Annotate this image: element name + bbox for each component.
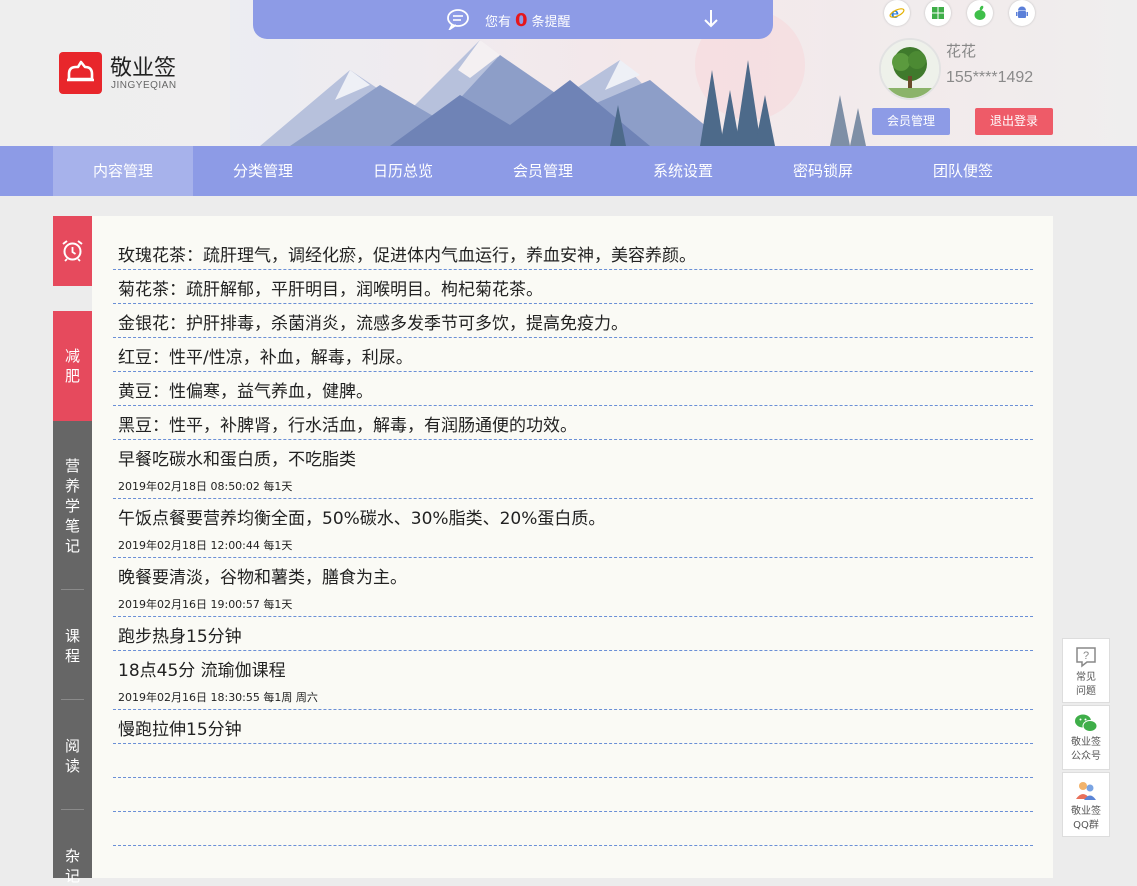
user-name: 花花: [946, 42, 977, 60]
apple-icon[interactable]: [967, 0, 993, 26]
nav-system-settings[interactable]: 系统设置: [613, 146, 753, 196]
sidebar-divider: [61, 809, 84, 810]
note-item[interactable]: 晚餐要清淡，谷物和薯类，膳食为主。 2019年02月16日 19:00:57 每…: [113, 557, 1033, 617]
note-item-empty[interactable]: [113, 743, 1033, 778]
note-item[interactable]: 黄豆：性偏寒，益气养血，健脾。: [113, 371, 1033, 406]
nav-content-management[interactable]: 内容管理: [53, 146, 193, 196]
wechat-account-label: 敬业签 公众号: [1071, 737, 1101, 762]
sidebar-divider: [61, 699, 84, 700]
note-item[interactable]: 菊花茶：疏肝解郁，平肝明目，润喉明目。枸杞菊花茶。: [113, 269, 1033, 304]
nav-member-management[interactable]: 会员管理: [473, 146, 613, 196]
nav-category-management[interactable]: 分类管理: [193, 146, 333, 196]
alarm-clock-icon: [62, 240, 83, 262]
note-reminder-time: 2019年02月18日 08:50:02 每1天: [118, 480, 293, 493]
android-icon[interactable]: [1009, 0, 1035, 26]
note-text: 慢跑拉伸15分钟: [118, 720, 242, 740]
logout-button[interactable]: 退出登录: [975, 108, 1053, 135]
note-item[interactable]: 跑步热身15分钟: [113, 616, 1033, 651]
note-item[interactable]: 黑豆：性平，补脾肾，行水活血，解毒，有润肠通便的功效。: [113, 405, 1033, 440]
reminder-count: 0: [515, 10, 528, 31]
qq-group-button[interactable]: 敬业签 QQ群: [1062, 772, 1110, 837]
nav-team-notes[interactable]: 团队便签: [893, 146, 1033, 196]
reminder-bar[interactable]: 您有 0 条提醒: [253, 0, 773, 39]
qq-icon: [1076, 782, 1096, 800]
note-reminder-time: 2019年02月16日 19:00:57 每1天: [118, 598, 293, 611]
note-reminder-time: 2019年02月16日 18:30:55 每1周 周六: [118, 691, 318, 704]
note-text: 晚餐要清淡，谷物和薯类，膳食为主。: [118, 568, 407, 588]
note-text: 黄豆：性偏寒，益气养血，健脾。: [118, 382, 373, 402]
reminder-prefix: 您有: [485, 15, 512, 30]
arrow-down-icon[interactable]: [702, 8, 720, 30]
reminder-suffix: 条提醒: [531, 15, 571, 30]
note-item[interactable]: 玫瑰花茶：疏肝理气，调经化瘀，促进体内气血运行，养血安神，美容养颜。: [113, 235, 1033, 270]
ie-icon[interactable]: e: [884, 0, 910, 26]
note-text: 早餐吃碳水和蛋白质，不吃脂类: [118, 450, 356, 470]
note-text: 黑豆：性平，补脾肾，行水活血，解毒，有润肠通便的功效。: [118, 416, 577, 436]
sidebar-tab-reading[interactable]: 阅 读: [53, 736, 92, 776]
logo-icon[interactable]: [59, 52, 102, 94]
reminder-text: 您有 0 条提醒: [485, 10, 571, 31]
logo-name: 敬业签: [110, 56, 177, 81]
wechat-icon: [1075, 714, 1098, 732]
note-item[interactable]: 午饭点餐要营养均衡全面，50%碳水、30%脂类、20%蛋白质。 2019年02月…: [113, 498, 1033, 558]
note-text: 18点45分 流瑜伽课程: [118, 661, 286, 681]
sidebar-tab-misc[interactable]: 杂 记: [53, 846, 92, 886]
avatar[interactable]: [879, 38, 941, 100]
note-item-empty[interactable]: [113, 811, 1033, 846]
note-item[interactable]: 18点45分 流瑜伽课程 2019年02月16日 18:30:55 每1周 周六: [113, 650, 1033, 710]
note-text: 玫瑰花茶：疏肝理气，调经化瘀，促进体内气血运行，养血安神，美容养颜。: [118, 246, 696, 266]
note-item-empty[interactable]: [113, 777, 1033, 812]
sidebar-tab-weight-loss[interactable]: 减 肥: [53, 311, 92, 421]
category-sidebar: 减 肥 营 养 学 笔 记 课 程 阅 读 杂 记: [53, 311, 92, 885]
user-phone: 155****1492: [946, 69, 1034, 86]
nav-calendar-overview[interactable]: 日历总览: [333, 146, 473, 196]
sidebar-tab-courses[interactable]: 课 程: [53, 626, 92, 666]
main-nav: 内容管理 分类管理 日历总览 会员管理 系统设置 密码锁屏 团队便签: [0, 146, 1137, 196]
wechat-account-button[interactable]: 敬业签 公众号: [1062, 705, 1110, 770]
note-text: 跑步热身15分钟: [118, 627, 242, 647]
reminder-tab[interactable]: [53, 216, 92, 286]
note-text: 菊花茶：疏肝解郁，平肝明目，润喉明目。枸杞菊花茶。: [118, 280, 543, 300]
qq-group-label: 敬业签 QQ群: [1071, 806, 1101, 831]
note-text: 午饭点餐要营养均衡全面，50%碳水、30%脂类、20%蛋白质。: [118, 509, 606, 529]
logo-subtitle: JINGYEQIAN: [111, 80, 177, 91]
windows-icon[interactable]: [925, 0, 951, 26]
note-item[interactable]: 慢跑拉伸15分钟: [113, 709, 1033, 744]
note-item[interactable]: 早餐吃碳水和蛋白质，不吃脂类 2019年02月18日 08:50:02 每1天: [113, 439, 1033, 499]
faq-button[interactable]: ? 常见 问题: [1062, 638, 1110, 703]
note-text: 金银花：护肝排毒，杀菌消炎，流感多发季节可多饮，提高免疫力。: [118, 314, 628, 334]
chat-bubble-icon: [447, 9, 469, 30]
sidebar-divider: [61, 589, 84, 590]
note-text: 红豆：性平/性凉，补血，解毒，利尿。: [118, 348, 413, 368]
help-icon: ?: [1076, 647, 1096, 668]
faq-label: 常见 问题: [1076, 672, 1096, 697]
note-item[interactable]: 红豆：性平/性凉，补血，解毒，利尿。: [113, 337, 1033, 372]
member-management-button[interactable]: 会员管理: [872, 108, 950, 135]
note-item[interactable]: 金银花：护肝排毒，杀菌消炎，流感多发季节可多饮，提高免疫力。: [113, 303, 1033, 338]
note-reminder-time: 2019年02月18日 12:00:44 每1天: [118, 539, 293, 552]
sidebar-tab-nutrition-notes[interactable]: 营 养 学 笔 记: [53, 456, 92, 556]
svg-text:?: ?: [1083, 650, 1089, 662]
nav-password-lock[interactable]: 密码锁屏: [753, 146, 893, 196]
